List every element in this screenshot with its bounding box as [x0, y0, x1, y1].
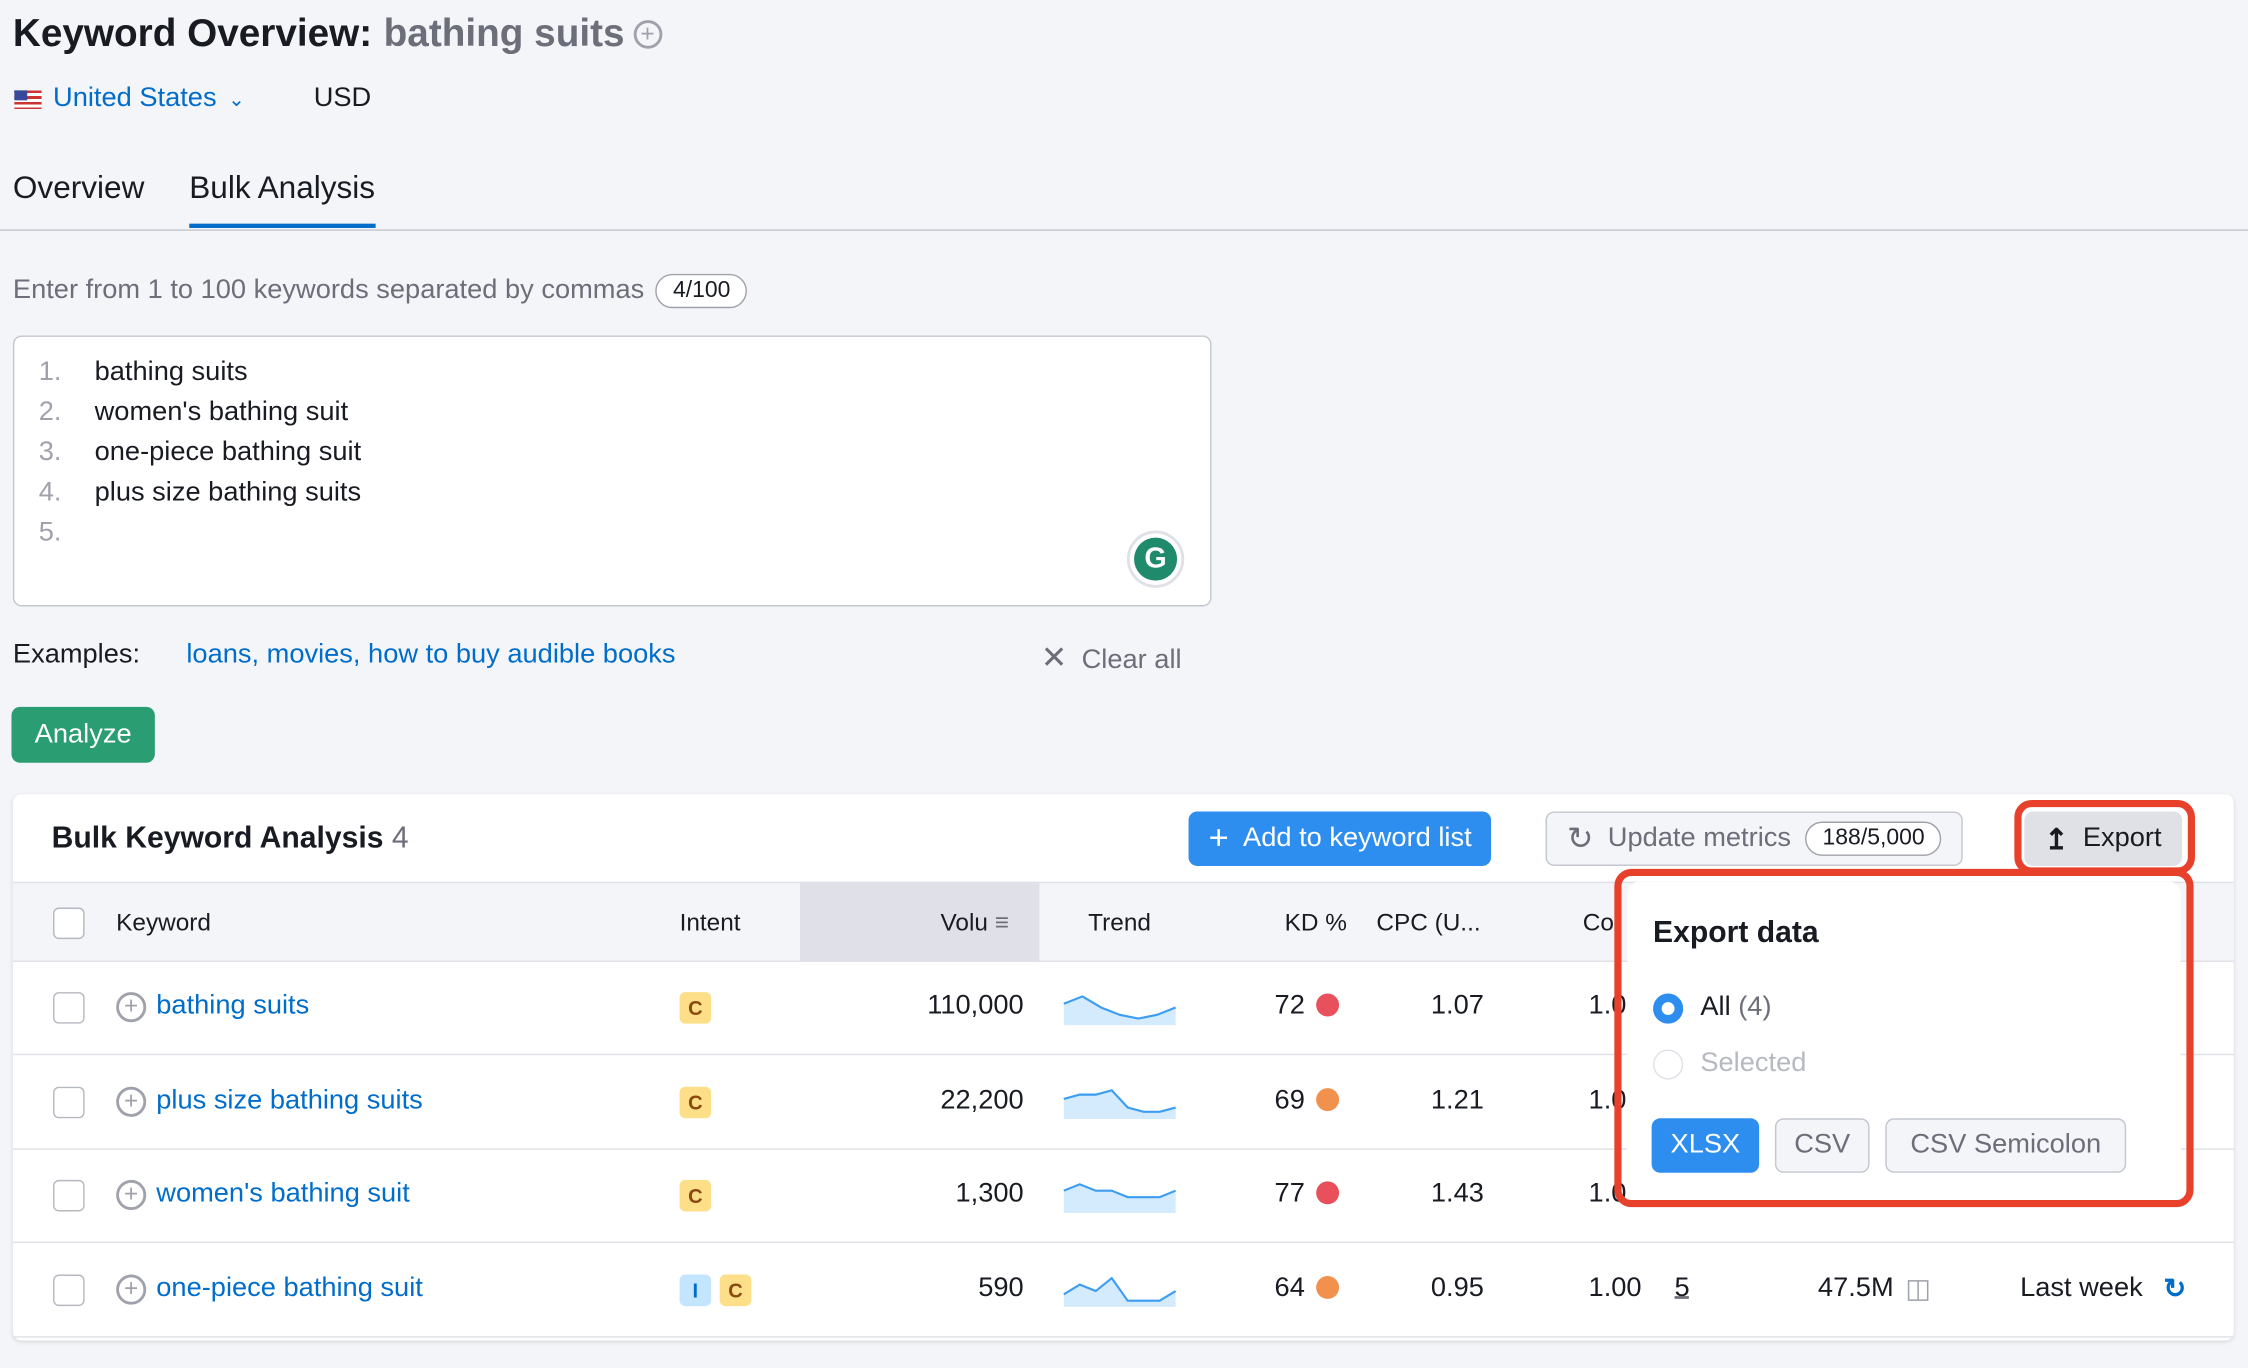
kd-dot-icon — [1316, 1087, 1340, 1111]
update-metrics-button[interactable]: ↻ Update metrics 188/5,000 — [1545, 811, 1964, 866]
keywords-textarea[interactable]: G 1. bathing suits 2. women's bathing suit 3… — [12, 335, 1212, 607]
popup-title: Export data — [1653, 916, 1819, 950]
cpc: 1.07 — [1430, 990, 1484, 1021]
sort-icon: ≡ — [994, 908, 1009, 937]
kd: 72 — [1275, 991, 1340, 1023]
updated-label: Last week — [2020, 1272, 2143, 1303]
serp-features[interactable]: 5 — [1675, 1272, 1690, 1304]
line-number: 3. — [38, 437, 62, 468]
kd: 64 — [1275, 1272, 1340, 1304]
intent-badge: C — [679, 992, 712, 1024]
col-kd[interactable]: KD % — [1285, 909, 1347, 938]
keyword-count-badge: 4/100 — [655, 273, 748, 309]
keyword-line: one-piece bathing suit — [94, 437, 362, 468]
row-checkbox[interactable] — [53, 1179, 85, 1212]
format-csv-semicolon-button[interactable]: CSV Semicolon — [1885, 1118, 2127, 1173]
cpc: 1.21 — [1430, 1084, 1484, 1115]
keyword-link[interactable]: women's bathing suit — [156, 1179, 410, 1211]
cpc: 1.43 — [1430, 1178, 1484, 1209]
hint-text: Enter from 1 to 100 keywords separated b… — [12, 275, 645, 306]
line-number: 4. — [38, 477, 62, 508]
intent-badge: I — [679, 1273, 712, 1306]
examples-links[interactable]: loans, movies, how to buy audible books — [186, 639, 675, 671]
col-volume[interactable]: Volu ≡ — [941, 909, 1009, 938]
add-keyword-icon[interactable]: + — [116, 1179, 147, 1211]
export-highlight — [2014, 800, 2195, 875]
line-number: 5. — [38, 517, 62, 548]
select-all-checkbox[interactable] — [53, 907, 85, 940]
tab-bulk-analysis[interactable]: Bulk Analysis — [189, 169, 376, 228]
tabs: Overview Bulk Analysis — [0, 158, 2248, 231]
intent-badge: C — [679, 1179, 712, 1212]
table-row: + one-piece bathing suit IC 590 64 0.95 … — [12, 1244, 2234, 1337]
intent-badge: C — [679, 1086, 712, 1118]
analyze-button[interactable]: Analyze — [11, 706, 155, 763]
results-count: 47.5M — [1817, 1272, 1894, 1303]
clear-label: Clear all — [1081, 645, 1182, 676]
refresh-icon[interactable]: ↻ — [2163, 1272, 2186, 1305]
competition: 1.00 — [1588, 1272, 1642, 1303]
input-hint: Enter from 1 to 100 keywords separated b… — [12, 273, 748, 309]
add-to-keyword-list-button[interactable]: + Add to keyword list — [1188, 811, 1492, 866]
chevron-down-icon[interactable]: ⌄ — [228, 87, 245, 111]
option-all-label: All (4) — [1700, 992, 1772, 1023]
kd: 77 — [1275, 1179, 1340, 1211]
kd-dot-icon — [1316, 993, 1340, 1017]
currency-label: USD — [313, 83, 372, 114]
close-icon: ✕ — [1040, 639, 1068, 676]
page-title: Keyword Overview: bathing suits + — [13, 11, 662, 55]
table-count: 4 — [391, 821, 409, 855]
col-keyword[interactable]: Keyword — [116, 909, 211, 938]
add-keyword-icon[interactable]: + — [116, 1086, 147, 1117]
add-keyword-icon[interactable]: + — [633, 20, 662, 49]
title-label: Keyword Overview: — [12, 11, 373, 55]
volume: 22,200 — [940, 1084, 1024, 1115]
radio-selected[interactable] — [1653, 1049, 1684, 1080]
radio-all[interactable] — [1653, 993, 1684, 1024]
line-number: 2. — [38, 397, 62, 428]
update-count-badge: 188/5,000 — [1805, 821, 1942, 856]
title-keyword: bathing suits — [383, 11, 625, 55]
row-checkbox[interactable] — [53, 992, 85, 1024]
col-cpc[interactable]: CPC (U... — [1376, 909, 1480, 938]
table-title: Bulk Keyword Analysis 4 — [51, 821, 409, 855]
add-keyword-icon[interactable]: + — [116, 1273, 147, 1304]
row-checkbox[interactable] — [53, 1086, 85, 1118]
line-number: 1. — [38, 356, 62, 388]
serp-icon[interactable]: ◫ — [1905, 1272, 1931, 1305]
location-bar: United States ⌄ USD — [14, 83, 371, 115]
keyword-link[interactable]: one-piece bathing suit — [156, 1272, 423, 1304]
col-competition[interactable]: Co — [1583, 909, 1614, 938]
examples-label: Examples: — [12, 639, 141, 670]
keyword-link[interactable]: bathing suits — [156, 991, 309, 1023]
cpc: 0.95 — [1430, 1272, 1484, 1303]
grammarly-icon[interactable]: G — [1126, 530, 1185, 588]
format-xlsx-button[interactable]: XLSX — [1651, 1118, 1760, 1173]
keyword-line: plus size bathing suits — [94, 477, 362, 508]
row-checkbox[interactable] — [53, 1273, 85, 1306]
clear-all-button[interactable]: ✕ Clear all — [1041, 639, 1182, 676]
tab-overview[interactable]: Overview — [13, 169, 144, 223]
keyword-link[interactable]: plus size bathing suits — [156, 1085, 423, 1117]
option-selected-label: Selected — [1700, 1048, 1807, 1079]
kd: 69 — [1275, 1085, 1340, 1117]
export-popup: Export data All (4) Selected XLSX CSV CS… — [1627, 881, 2181, 1201]
intent-badge: C — [719, 1273, 752, 1306]
col-trend[interactable]: Trend — [1088, 909, 1151, 938]
keyword-line: bathing suits — [94, 356, 248, 388]
kd-dot-icon — [1316, 1181, 1340, 1205]
country-select[interactable]: United States — [53, 83, 217, 115]
col-intent[interactable]: Intent — [680, 909, 741, 938]
add-keyword-icon[interactable]: + — [116, 992, 147, 1023]
us-flag-icon — [14, 89, 42, 109]
volume: 110,000 — [927, 990, 1024, 1021]
kd-dot-icon — [1316, 1275, 1340, 1299]
keyword-line: women's bathing suit — [94, 397, 349, 428]
plus-icon: + — [1208, 818, 1229, 858]
volume: 590 — [978, 1272, 1024, 1303]
format-csv-button[interactable]: CSV — [1774, 1118, 1870, 1173]
volume: 1,300 — [955, 1178, 1024, 1209]
refresh-icon: ↻ — [1567, 820, 1594, 856]
